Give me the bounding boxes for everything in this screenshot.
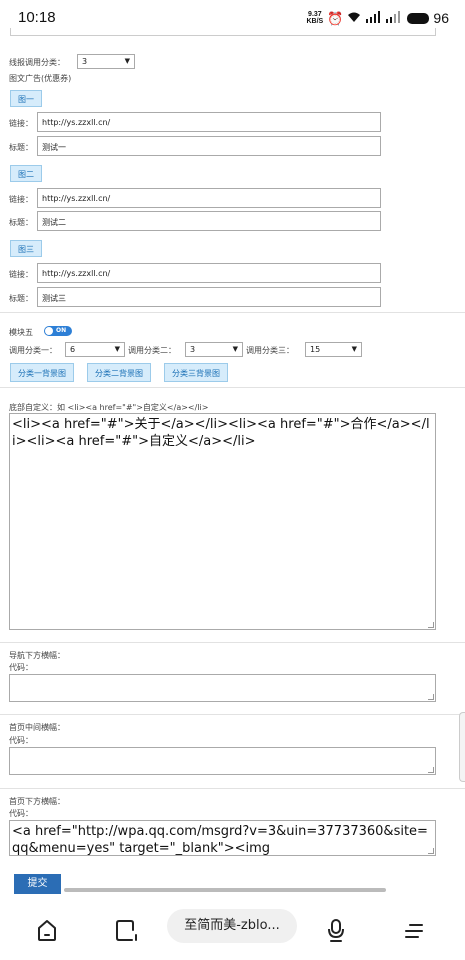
cat1-bg-button[interactable]: 分类一背景图 [10, 363, 74, 382]
line-category-select[interactable]: 3 ▼ [77, 54, 135, 69]
home-bottom-banner-label: 首页下方横幅： [9, 797, 65, 806]
resize-handle[interactable] [428, 622, 434, 628]
status-time: 10:18 [18, 9, 56, 26]
home-mid-banner-textarea[interactable] [9, 747, 436, 775]
resize-handle[interactable] [428, 694, 434, 700]
alarm-icon: ⏰ [327, 10, 344, 26]
image-ad-label: 图文广告(优惠券) [9, 74, 72, 83]
nav-banner-label: 导航下方横幅： [9, 651, 65, 660]
chevron-down-icon: ▼ [232, 345, 238, 353]
ad1-title-input[interactable]: 测试一 [37, 136, 381, 156]
ad3-link-input[interactable]: http://ys.zzxll.cn/ [37, 263, 381, 283]
nav-banner-code-label: 代码： [9, 663, 33, 672]
microphone-icon[interactable] [322, 916, 352, 944]
divider [0, 387, 465, 388]
ad1-title-label: 标题： [9, 143, 33, 152]
status-icons: 9.37 KB/S ⏰ 96 [307, 10, 450, 26]
cat2-bg-button[interactable]: 分类二背景图 [87, 363, 151, 382]
ad1-link-input[interactable]: http://ys.zzxll.cn/ [37, 112, 381, 132]
previous-field-edge [10, 28, 436, 36]
vertical-scrollbar[interactable] [459, 712, 465, 782]
wifi-icon [347, 11, 361, 25]
cat2-select[interactable]: 3 ▼ [185, 342, 243, 357]
network-speed: 9.37 KB/S [306, 11, 324, 25]
battery-icon [407, 12, 430, 24]
cat1-label: 调用分类一： [9, 346, 57, 355]
cat3-label: 调用分类三： [246, 346, 294, 355]
cat3-bg-button[interactable]: 分类三背景图 [164, 363, 228, 382]
toggle-knob [45, 327, 53, 335]
tab-image-3[interactable]: 图三 [10, 240, 42, 257]
submit-button[interactable]: 提交 [14, 874, 61, 894]
home-mid-banner-label: 首页中间横幅： [9, 723, 65, 732]
signal-icon [365, 11, 381, 25]
ad3-title-input[interactable]: 测试三 [37, 287, 381, 307]
tab-image-1[interactable]: 图一 [10, 90, 42, 107]
home-icon[interactable] [33, 916, 63, 944]
signal-weak-icon [385, 11, 401, 25]
ad2-link-input[interactable]: http://ys.zzxll.cn/ [37, 188, 381, 208]
menu-icon[interactable] [400, 916, 430, 944]
resize-handle[interactable] [428, 848, 434, 854]
home-bottom-code-label: 代码： [9, 809, 33, 818]
footer-custom-label: 底部自定义：如 <li><a href="#">自定义</a></li> [9, 403, 209, 412]
home-bottom-banner-textarea[interactable]: <a href="http://wpa.qq.com/msgrd?v=3&uin… [9, 820, 436, 856]
chevron-down-icon: ▼ [114, 345, 120, 353]
divider [0, 714, 465, 715]
ad2-title-input[interactable]: 测试二 [37, 211, 381, 231]
footer-custom-textarea[interactable]: <li><a href="#">关于</a></li><li><a href="… [9, 413, 436, 630]
ad1-link-label: 链接： [9, 119, 33, 128]
horizontal-scrollbar[interactable] [64, 888, 386, 892]
ad2-link-label: 链接： [9, 195, 33, 204]
ad2-title-label: 标题： [9, 218, 33, 227]
divider [0, 788, 465, 789]
tabs-icon[interactable] [112, 916, 142, 944]
ad3-title-label: 标题： [9, 294, 33, 303]
resize-handle[interactable] [428, 767, 434, 773]
chevron-down-icon: ▼ [124, 57, 130, 65]
tab-image-2[interactable]: 图二 [10, 165, 42, 182]
chevron-down-icon: ▼ [351, 345, 357, 353]
divider [0, 312, 465, 313]
ad3-link-label: 链接： [9, 270, 33, 279]
line-category-label: 线报调用分类： [9, 58, 65, 67]
module5-label: 模块五 [9, 328, 33, 337]
module5-toggle[interactable]: ON [44, 326, 72, 336]
address-bar-pill[interactable]: 至简而美-zblo... [167, 909, 297, 943]
divider [0, 642, 465, 643]
cat1-select[interactable]: 6 ▼ [65, 342, 125, 357]
cat2-label: 调用分类二： [128, 346, 176, 355]
home-mid-code-label: 代码： [9, 736, 33, 745]
battery-level: 96 [433, 10, 449, 26]
nav-banner-textarea[interactable] [9, 674, 436, 702]
cat3-select[interactable]: 15 ▼ [305, 342, 362, 357]
